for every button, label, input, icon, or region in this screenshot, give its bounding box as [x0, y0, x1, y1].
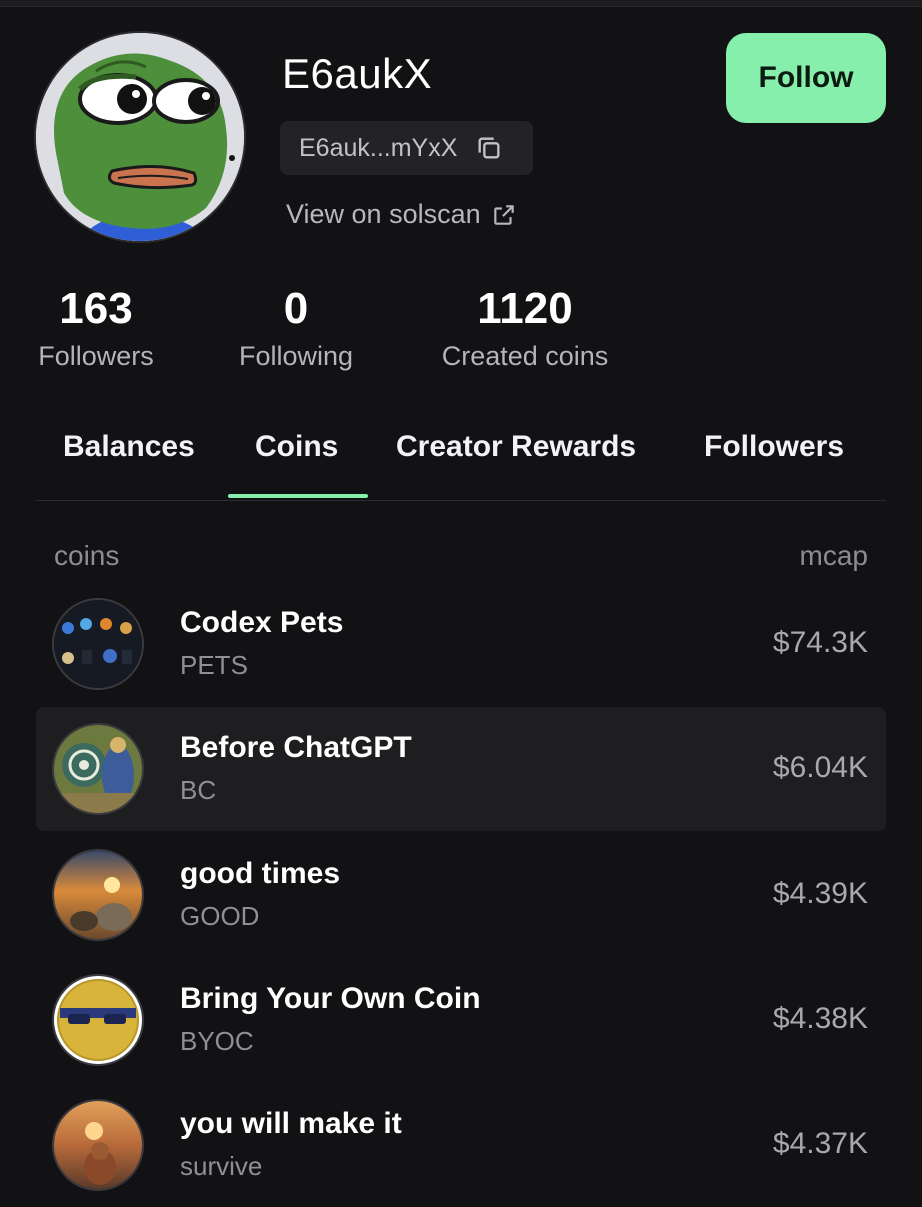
coin-mcap: $4.38K	[772, 1002, 868, 1035]
stat-label: Followers	[38, 341, 154, 371]
stat-following[interactable]: 0 Following	[236, 285, 356, 372]
coin-row-before-chatgpt[interactable]: Before ChatGPT BC $6.04K	[36, 707, 886, 831]
external-link-icon	[491, 202, 517, 228]
coin-name: Codex Pets	[180, 606, 344, 639]
coin-symbol: BC	[180, 775, 217, 805]
stat-followers[interactable]: 163 Followers	[36, 285, 156, 372]
coin-mcap: $4.39K	[772, 877, 868, 910]
coin-symbol: BYOC	[180, 1026, 254, 1056]
tab-creator-rewards[interactable]: Creator Rewards	[396, 430, 636, 464]
coin-row-you-will-make-it[interactable]: you will make it survive $4.37K	[36, 1083, 886, 1207]
column-header-mcap: mcap	[799, 540, 868, 571]
solscan-label: View on solscan	[286, 199, 481, 229]
stat-label: Created coins	[441, 341, 609, 371]
profile-avatar	[36, 33, 244, 241]
stat-value: 0	[283, 284, 309, 333]
column-header-coins: coins	[54, 540, 120, 571]
wallet-address: E6auk...mYxX	[299, 133, 458, 162]
coin-mcap: $6.04K	[772, 751, 868, 784]
coin-row-codex-pets[interactable]: Codex Pets PETS $74.3K	[36, 582, 886, 706]
coin-image	[54, 600, 142, 688]
stat-value: 163	[59, 284, 133, 333]
tab-coins[interactable]: Coins	[255, 430, 338, 464]
coin-symbol: GOOD	[180, 901, 260, 931]
view-on-solscan-link[interactable]: View on solscan	[286, 199, 517, 230]
coin-symbol: survive	[180, 1151, 263, 1181]
tab-followers[interactable]: Followers	[704, 430, 844, 464]
coin-image	[54, 725, 142, 813]
coin-name: you will make it	[180, 1107, 402, 1140]
wallet-address-chip[interactable]: E6auk...mYxX	[280, 121, 533, 175]
frog-avatar-image	[36, 33, 244, 241]
active-tab-indicator	[228, 494, 368, 498]
tab-balances[interactable]: Balances	[63, 430, 195, 464]
stat-value: 1120	[477, 284, 573, 333]
coin-row-good-times[interactable]: good times GOOD $4.39K	[36, 833, 886, 957]
coin-symbol: PETS	[180, 650, 248, 680]
profile-username: E6aukX	[282, 50, 433, 97]
coin-mcap: $74.3K	[772, 626, 868, 659]
top-bar	[0, 0, 922, 7]
stat-created-coins[interactable]: 1120 Created coins	[436, 285, 614, 372]
profile-tabs: Balances Coins Creator Rewards Followers	[36, 420, 886, 501]
coin-image	[54, 976, 142, 1064]
coin-name: good times	[180, 857, 341, 890]
coin-row-bring-your-own-coin[interactable]: Bring Your Own Coin BYOC $4.38K	[36, 958, 886, 1082]
copy-icon[interactable]	[475, 134, 503, 162]
coin-name: Bring Your Own Coin	[180, 982, 481, 1015]
stat-label: Following	[238, 341, 354, 371]
follow-button[interactable]: Follow	[726, 33, 886, 123]
coin-name: Before ChatGPT	[180, 731, 412, 764]
coin-image	[54, 851, 142, 939]
coin-image	[54, 1101, 142, 1189]
coin-mcap: $4.37K	[772, 1127, 868, 1160]
